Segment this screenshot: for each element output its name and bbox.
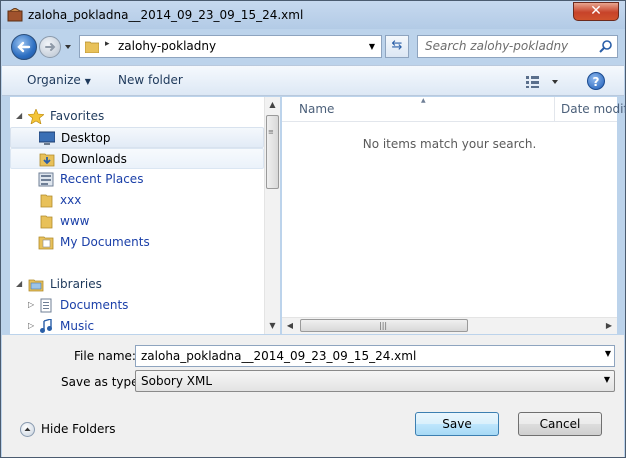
folder-icon: [40, 215, 53, 229]
refresh-icon: ⇆: [391, 38, 403, 53]
save-button[interactable]: Save: [415, 412, 499, 436]
help-icon[interactable]: ?: [587, 72, 605, 90]
hide-folders-label: Hide Folders: [41, 422, 116, 436]
sidebar-item-label: My Documents: [60, 235, 150, 249]
downloads-folder-icon: [39, 153, 55, 167]
close-button[interactable]: ✕: [573, 2, 619, 21]
expander-icon[interactable]: ◢: [16, 280, 24, 288]
search-input[interactable]: Search zalohy-pokladny: [425, 39, 568, 53]
chevron-up-icon[interactable]: [20, 422, 35, 437]
grip-icon: ≡: [268, 128, 274, 136]
column-header-date-modified[interactable]: Date modif: [561, 102, 626, 116]
search-box[interactable]: Search zalohy-pokladny: [417, 35, 618, 58]
chevron-down-icon: ▼: [84, 77, 91, 86]
address-dropdown-icon[interactable]: ▼: [365, 40, 379, 54]
navigation-pane-scrollbar[interactable]: ▲ ≡ ▼: [264, 97, 280, 334]
expander-icon[interactable]: ▷: [28, 301, 36, 309]
scrollbar-thumb[interactable]: |||: [300, 319, 468, 332]
sidebar-item-downloads[interactable]: Downloads: [10, 148, 264, 169]
save-as-type-label: Save as type:: [61, 375, 143, 389]
documents-folder-icon: [38, 236, 54, 250]
folder-icon: [85, 41, 99, 53]
file-name-input[interactable]: zaloha_pokladna__2014_09_23_09_15_24.xml: [141, 349, 416, 363]
sidebar-item-label: Documents: [60, 298, 129, 312]
file-name-label: File name:: [74, 349, 136, 363]
new-folder-button[interactable]: New folder: [118, 73, 183, 87]
expander-icon[interactable]: ▷: [28, 322, 36, 330]
scroll-down-icon[interactable]: ▼: [265, 318, 280, 334]
sidebar-item-www[interactable]: www: [10, 211, 264, 232]
sidebar-item-desktop[interactable]: Desktop: [10, 127, 264, 148]
breadcrumb-current-folder[interactable]: zalohy-pokladny: [118, 39, 216, 53]
save-dialog-window: zaloha_pokladna__2014_09_23_09_15_24.xml…: [0, 0, 626, 458]
sidebar-item-documents[interactable]: ▷ Documents: [10, 295, 264, 316]
breadcrumb-separator-icon[interactable]: ▸: [105, 39, 110, 49]
window-title: zaloha_pokladna__2014_09_23_09_15_24.xml: [28, 8, 304, 22]
documents-library-icon: [40, 298, 52, 313]
column-header-row: Name ▲ Date modif: [282, 97, 626, 122]
address-bar[interactable]: ▸ zalohy-pokladny ▼: [79, 35, 382, 58]
sidebar-item-label: Music: [60, 319, 95, 333]
sidebar-item-recent-places[interactable]: Recent Places: [10, 169, 264, 190]
sidebar-item-label: Downloads: [61, 152, 127, 166]
sidebar-item-label: Recent Places: [60, 172, 144, 186]
save-options-panel: File name: zaloha_pokladna__2014_09_23_0…: [2, 335, 624, 457]
expander-icon[interactable]: ◢: [16, 112, 24, 120]
empty-results-message: No items match your search.: [362, 137, 537, 151]
scroll-right-icon[interactable]: ▶: [601, 318, 617, 334]
save-as-type-select[interactable]: Sobory XML ▼: [135, 370, 615, 392]
forward-button[interactable]: [39, 36, 61, 58]
favorites-label: Favorites: [50, 109, 105, 123]
star-icon: [28, 109, 44, 124]
libraries-label: Libraries: [50, 277, 102, 291]
file-name-field[interactable]: zaloha_pokladna__2014_09_23_09_15_24.xml…: [135, 345, 615, 367]
back-arrow-icon: [17, 41, 31, 53]
file-list-pane[interactable]: Name ▲ Date modif No items match your se…: [282, 97, 626, 334]
file-list-horizontal-scrollbar[interactable]: ◀ ||| ▶: [282, 317, 617, 334]
libraries-icon: [28, 279, 44, 292]
chevron-down-icon[interactable]: ▼: [605, 349, 611, 358]
recent-pages-dropdown-icon[interactable]: [63, 42, 73, 52]
search-icon[interactable]: [599, 39, 613, 53]
column-divider[interactable]: [554, 97, 555, 122]
change-view-icon[interactable]: [524, 74, 562, 90]
save-as-type-value: Sobory XML: [141, 374, 213, 388]
sidebar-item-my-documents[interactable]: My Documents: [10, 232, 264, 253]
address-row: ▸ zalohy-pokladny ▼ ⇆ Search zalohy-pokl…: [1, 29, 625, 65]
scroll-up-icon[interactable]: ▲: [265, 97, 280, 113]
sidebar-item-label: www: [60, 214, 90, 228]
favorites-header[interactable]: ◢ Favorites: [10, 106, 264, 127]
sidebar-item-label: Desktop: [61, 131, 111, 145]
scrollbar-thumb[interactable]: [266, 115, 279, 189]
cancel-button[interactable]: Cancel: [518, 412, 602, 436]
organize-button[interactable]: Organize ▼: [27, 73, 91, 87]
back-button[interactable]: [11, 34, 37, 60]
refresh-button[interactable]: ⇆: [385, 35, 409, 58]
organize-label: Organize: [27, 73, 81, 87]
sort-ascending-icon: ▲: [421, 97, 426, 104]
command-toolbar: Organize ▼ New folder ?: [2, 65, 624, 96]
grip-icon: |||: [379, 321, 388, 330]
folder-icon: [40, 194, 53, 208]
recent-places-icon: [38, 172, 54, 187]
title-bar[interactable]: zaloha_pokladna__2014_09_23_09_15_24.xml…: [1, 1, 625, 29]
sidebar-item-label: xxx: [60, 193, 82, 207]
chevron-down-icon[interactable]: ▼: [604, 375, 610, 384]
column-header-name[interactable]: Name: [299, 102, 334, 116]
app-icon: [7, 8, 23, 22]
navigation-pane: ◢ Favorites Desktop Downloads Recent Pla…: [10, 97, 264, 334]
music-library-icon: [40, 319, 52, 333]
sidebar-item-music[interactable]: ▷ Music: [10, 316, 264, 334]
libraries-header[interactable]: ◢ Libraries: [10, 274, 264, 295]
desktop-icon: [39, 131, 55, 145]
sidebar-item-xxx[interactable]: xxx: [10, 190, 264, 211]
forward-arrow-icon: [45, 43, 56, 51]
scroll-left-icon[interactable]: ◀: [282, 318, 298, 334]
